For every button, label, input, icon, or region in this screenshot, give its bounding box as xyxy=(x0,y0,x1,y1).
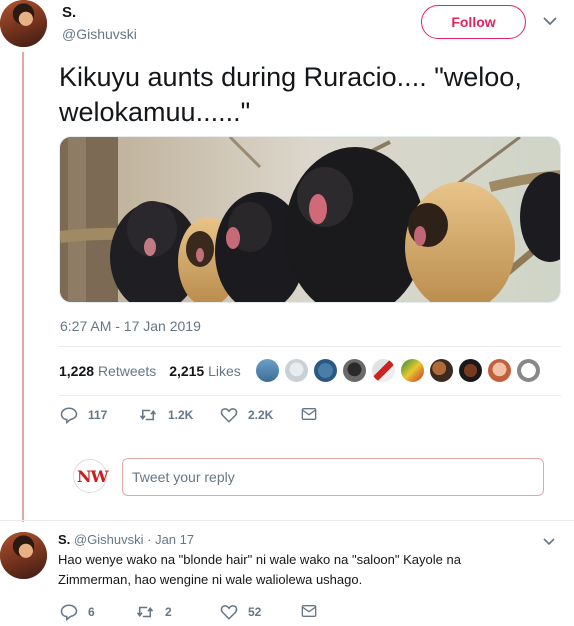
liker-avatar[interactable] xyxy=(284,358,309,383)
likes-stat[interactable]: 2,215 Likes xyxy=(169,363,241,379)
reply-action[interactable]: 117 xyxy=(60,406,107,424)
liker-avatar[interactable] xyxy=(255,358,280,383)
viewer-avatar-logo: NW xyxy=(77,467,109,486)
retweet-icon xyxy=(136,606,154,618)
reply-author-name[interactable]: S. xyxy=(58,532,70,547)
like-action[interactable]: 52 xyxy=(220,603,261,621)
follow-button[interactable]: Follow xyxy=(421,5,526,39)
liker-avatar[interactable] xyxy=(342,358,367,383)
thread-line xyxy=(22,52,24,522)
heart-icon xyxy=(220,408,238,423)
author-handle[interactable]: @Gishuvski xyxy=(62,26,137,42)
retweets-count: 1,228 xyxy=(59,363,95,379)
author-avatar[interactable] xyxy=(0,0,47,47)
reply-icon xyxy=(60,604,78,621)
liker-avatar[interactable] xyxy=(487,358,512,383)
retweet-icon xyxy=(139,409,157,421)
retweet-action[interactable]: 2 xyxy=(135,603,172,621)
retweets-stat[interactable]: 1,228 Retweets xyxy=(59,363,156,379)
reply-text: Hao wenye wako na "blonde hair" ni wale … xyxy=(58,552,461,587)
reply-author-avatar[interactable] xyxy=(0,532,47,579)
reply-header: S. @Gishuvski · Jan 17 xyxy=(58,532,194,547)
reply-author-handle[interactable]: @Gishuvski xyxy=(74,532,144,547)
tweet-media-photo[interactable] xyxy=(59,136,561,303)
reply-input[interactable]: Tweet your reply xyxy=(122,458,544,496)
like-action[interactable]: 2.2K xyxy=(220,406,273,424)
chevron-down-icon[interactable] xyxy=(541,12,559,30)
direct-message-action[interactable] xyxy=(301,603,317,619)
chevron-down-icon[interactable] xyxy=(541,534,557,550)
tweet-stats: 1,228 Retweets 2,215 Likes xyxy=(59,363,250,379)
divider xyxy=(0,520,574,521)
retweet-count: 1.2K xyxy=(168,408,194,422)
liker-avatar[interactable] xyxy=(458,358,483,383)
reply-date[interactable]: Jan 17 xyxy=(155,532,194,547)
likes-count: 2,215 xyxy=(169,363,205,379)
monkeys-photo-icon xyxy=(60,137,560,302)
author-name[interactable]: S. xyxy=(62,4,76,21)
tweet-text: Kikuyu aunts during Ruracio.... "weloo, … xyxy=(59,62,522,127)
liker-avatar[interactable] xyxy=(400,358,425,383)
likes-label: Likes xyxy=(208,363,241,379)
envelope-icon xyxy=(301,408,317,420)
reply-count: 117 xyxy=(88,408,108,422)
like-count: 52 xyxy=(248,605,262,619)
retweet-action[interactable]: 1.2K xyxy=(138,406,193,424)
retweet-count: 2 xyxy=(165,605,172,619)
envelope-icon xyxy=(301,605,317,617)
like-count: 2.2K xyxy=(248,408,274,422)
liker-avatar[interactable] xyxy=(516,358,541,383)
divider xyxy=(59,346,561,347)
liker-avatar[interactable] xyxy=(313,358,338,383)
divider xyxy=(59,395,561,396)
viewer-avatar[interactable]: NW xyxy=(73,459,109,493)
tweet-timestamp[interactable]: 6:27 AM - 17 Jan 2019 xyxy=(60,318,201,334)
retweets-label: Retweets xyxy=(97,363,157,379)
direct-message-action[interactable] xyxy=(301,406,317,422)
reply-icon xyxy=(60,407,78,424)
liker-avatar[interactable] xyxy=(429,358,454,383)
reply-action[interactable]: 6 xyxy=(60,603,95,621)
liker-avatar[interactable] xyxy=(371,358,396,383)
heart-icon xyxy=(220,605,238,620)
reply-count: 6 xyxy=(88,605,95,619)
reply-separator: · xyxy=(147,532,152,547)
